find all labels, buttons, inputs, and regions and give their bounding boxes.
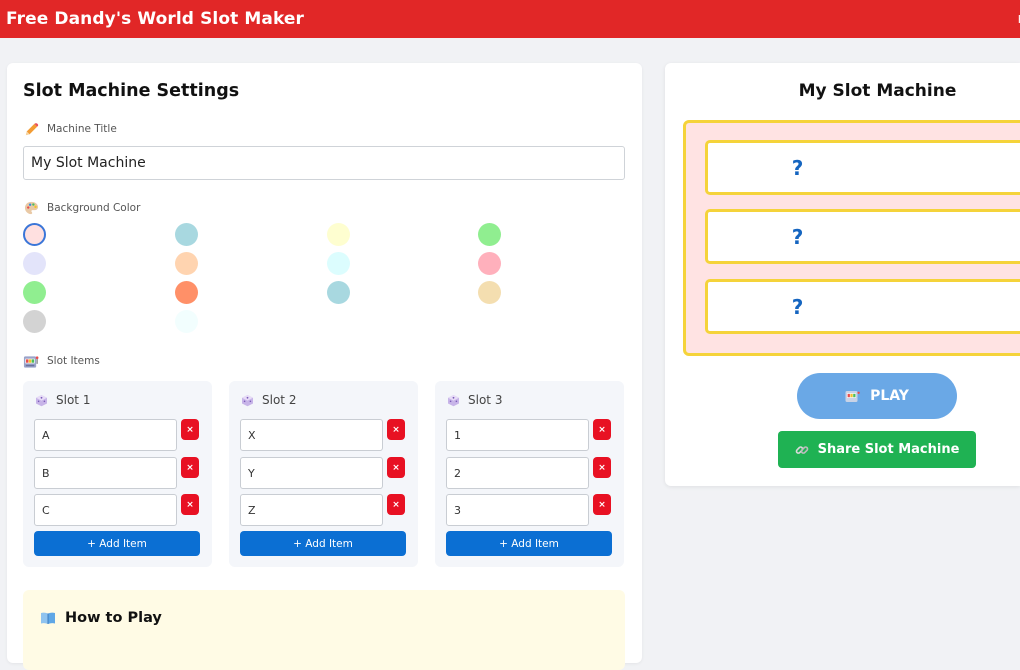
slot-item-input[interactable]: Z	[240, 494, 383, 526]
how-to-play-title: How to Play	[40, 610, 162, 626]
book-icon	[40, 611, 56, 625]
slot-item-input[interactable]: B	[34, 457, 177, 489]
slot-reel-2: ?	[705, 209, 1020, 264]
delete-item-button[interactable]: ×	[387, 457, 405, 478]
color-swatch[interactable]	[327, 252, 350, 275]
slot-items-label-text: Slot Items	[47, 355, 100, 367]
color-swatch[interactable]	[327, 281, 350, 304]
slot-item-input[interactable]: 1	[446, 419, 589, 451]
color-swatch[interactable]	[23, 252, 46, 275]
slot-name: Slot 2	[262, 393, 297, 407]
pencil-icon	[23, 121, 39, 137]
slot-item-input[interactable]: 2	[446, 457, 589, 489]
share-label: Share Slot Machine	[817, 442, 960, 457]
settings-heading: Slot Machine Settings	[23, 81, 240, 101]
play-button[interactable]: PLAY	[797, 373, 957, 419]
delete-item-button[interactable]: ×	[181, 419, 199, 440]
add-item-button[interactable]: + Add Item	[240, 531, 406, 556]
how-to-play-section: How to Play	[23, 590, 625, 670]
machine-title-input[interactable]	[23, 146, 625, 180]
slot-item-input[interactable]: Y	[240, 457, 383, 489]
slot-card-3: Slot 3 1 × 2 × 3 × + Add Item	[435, 381, 624, 567]
delete-item-button[interactable]: ×	[181, 457, 199, 478]
app-header: Free Dandy's World Slot Maker H	[0, 0, 1020, 38]
dice-icon	[241, 394, 254, 407]
background-color-label: Background Color	[23, 200, 140, 216]
palette-icon	[23, 200, 39, 216]
slot-card-2: Slot 2 X × Y × Z × + Add Item	[229, 381, 418, 567]
slot-machine-icon	[23, 353, 39, 369]
color-swatch[interactable]	[327, 223, 350, 246]
slot-name: Slot 1	[56, 393, 91, 407]
color-swatch[interactable]	[175, 310, 198, 333]
settings-panel: Slot Machine Settings Machine Title Back…	[7, 63, 642, 670]
slot-header: Slot 1	[35, 393, 90, 407]
slot-reel-3: ?	[705, 279, 1020, 334]
color-swatch[interactable]	[175, 252, 198, 275]
delete-item-button[interactable]: ×	[387, 419, 405, 440]
how-to-play-text: How to Play	[65, 610, 162, 626]
add-item-button[interactable]: + Add Item	[34, 531, 200, 556]
slot-item-input[interactable]: 3	[446, 494, 589, 526]
slot-card-1: Slot 1 A × B × C × + Add Item	[23, 381, 212, 567]
color-swatch[interactable]	[478, 223, 501, 246]
slot-reel-1: ?	[705, 140, 1020, 195]
dice-icon	[35, 394, 48, 407]
app-title[interactable]: Free Dandy's World Slot Maker	[6, 9, 304, 29]
slot-header: Slot 2	[241, 393, 296, 407]
slot-item-input[interactable]: X	[240, 419, 383, 451]
slot-item-input[interactable]: C	[34, 494, 177, 526]
color-swatch[interactable]	[23, 310, 46, 333]
link-icon	[795, 443, 809, 457]
slot-item-input[interactable]: A	[34, 419, 177, 451]
slot-name: Slot 3	[468, 393, 503, 407]
preview-title: My Slot Machine	[798, 81, 957, 101]
delete-item-button[interactable]: ×	[181, 494, 199, 515]
color-swatch[interactable]	[23, 281, 46, 304]
slot-machine: ? ? ?	[683, 120, 1020, 356]
color-swatch[interactable]	[23, 223, 46, 246]
delete-item-button[interactable]: ×	[593, 419, 611, 440]
slot-machine-icon	[845, 390, 860, 403]
machine-title-label: Machine Title	[23, 121, 117, 137]
background-color-label-text: Background Color	[47, 202, 141, 214]
color-swatch[interactable]	[175, 223, 198, 246]
delete-item-button[interactable]: ×	[593, 494, 611, 515]
share-button[interactable]: Share Slot Machine	[778, 431, 976, 468]
preview-panel: My Slot Machine ? ? ? PLAY Share Slot Ma…	[665, 63, 1020, 486]
color-swatch[interactable]	[175, 281, 198, 304]
play-label: PLAY	[870, 388, 909, 404]
delete-item-button[interactable]: ×	[387, 494, 405, 515]
machine-title-label-text: Machine Title	[47, 123, 117, 135]
dice-icon	[447, 394, 460, 407]
add-item-button[interactable]: + Add Item	[446, 531, 612, 556]
slot-header: Slot 3	[447, 393, 502, 407]
delete-item-button[interactable]: ×	[593, 457, 611, 478]
color-swatch[interactable]	[478, 281, 501, 304]
color-swatch[interactable]	[478, 252, 501, 275]
slot-items-label: Slot Items	[23, 353, 100, 369]
